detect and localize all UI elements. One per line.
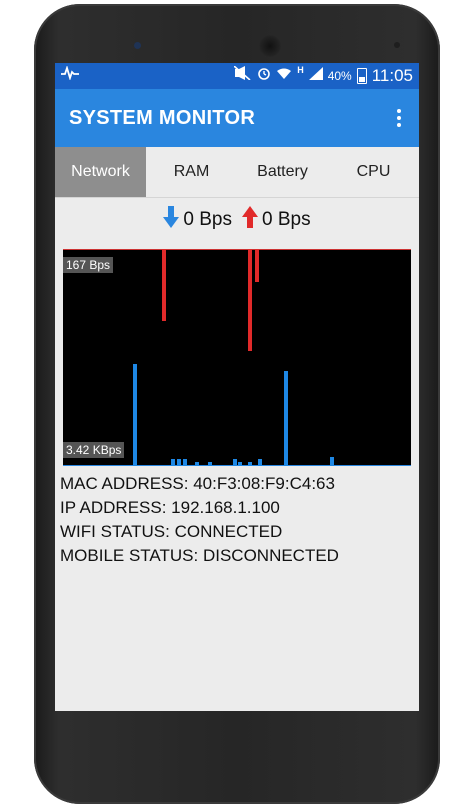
upload-bar (248, 249, 252, 351)
download-bar (133, 364, 137, 466)
download-bar (177, 459, 181, 466)
traffic-graph: 167 Bps 3.42 KBps (63, 249, 411, 466)
tab-bar: Network RAM Battery CPU (55, 147, 419, 198)
overflow-menu-icon[interactable] (391, 106, 407, 130)
network-type: H (297, 65, 304, 75)
upload-baseline (63, 249, 411, 250)
mobile-status: MOBILE STATUS: DISCONNECTED (60, 546, 339, 565)
alarm-icon (257, 63, 271, 89)
proximity-sensor (394, 42, 400, 48)
status-bar: H 40% 11:05 (55, 63, 419, 89)
download-baseline (63, 465, 411, 466)
download-bar (195, 462, 199, 466)
graph-bottom-label: 3.42 KBps (63, 442, 125, 458)
menu-dot (397, 116, 401, 120)
upload-speed: 0 Bps (262, 209, 311, 230)
wifi-status: WIFI STATUS: CONNECTED (60, 522, 283, 541)
mute-icon (233, 63, 252, 89)
download-bar (171, 459, 175, 466)
download-bar (258, 459, 262, 466)
graph-top-label: 167 Bps (63, 257, 114, 273)
menu-dot (397, 123, 401, 127)
ip-address: IP ADDRESS: 192.168.1.100 (60, 498, 280, 517)
app-bar: SYSTEM MONITOR (55, 89, 419, 147)
tab-network[interactable]: Network (55, 147, 146, 197)
battery-percent: 40% (327, 69, 352, 83)
download-bar (233, 459, 237, 466)
front-camera (134, 42, 141, 49)
tab-ram[interactable]: RAM (146, 147, 237, 197)
download-bar (284, 371, 288, 466)
clock: 11:05 (371, 66, 413, 85)
download-arrow-icon (163, 206, 180, 234)
upload-bar (162, 249, 166, 321)
download-bar (208, 462, 212, 466)
network-info: MAC ADDRESS: 40:F3:08:F9:C4:63 IP ADDRES… (60, 472, 339, 568)
mac-address: MAC ADDRESS: 40:F3:08:F9:C4:63 (60, 474, 335, 493)
signal-icon (308, 63, 323, 89)
speed-readout: 0 Bps 0 Bps (55, 198, 419, 242)
tab-cpu[interactable]: CPU (328, 147, 419, 197)
app-title: SYSTEM MONITOR (69, 106, 256, 129)
tab-battery[interactable]: Battery (237, 147, 328, 197)
download-speed: 0 Bps (183, 209, 232, 230)
download-bar (330, 457, 334, 466)
download-bar (183, 459, 187, 466)
menu-dot (397, 109, 401, 113)
battery-charging-icon (356, 68, 367, 84)
pulse-icon (61, 63, 79, 89)
wifi-icon (276, 63, 292, 89)
earpiece-speaker (259, 35, 281, 57)
screen: H 40% 11:05 SYSTEM MONITOR Network RAM B… (55, 63, 419, 711)
upload-arrow-icon (242, 206, 258, 234)
upload-bar (255, 249, 259, 282)
download-bar (238, 462, 242, 466)
download-bar (248, 462, 252, 466)
